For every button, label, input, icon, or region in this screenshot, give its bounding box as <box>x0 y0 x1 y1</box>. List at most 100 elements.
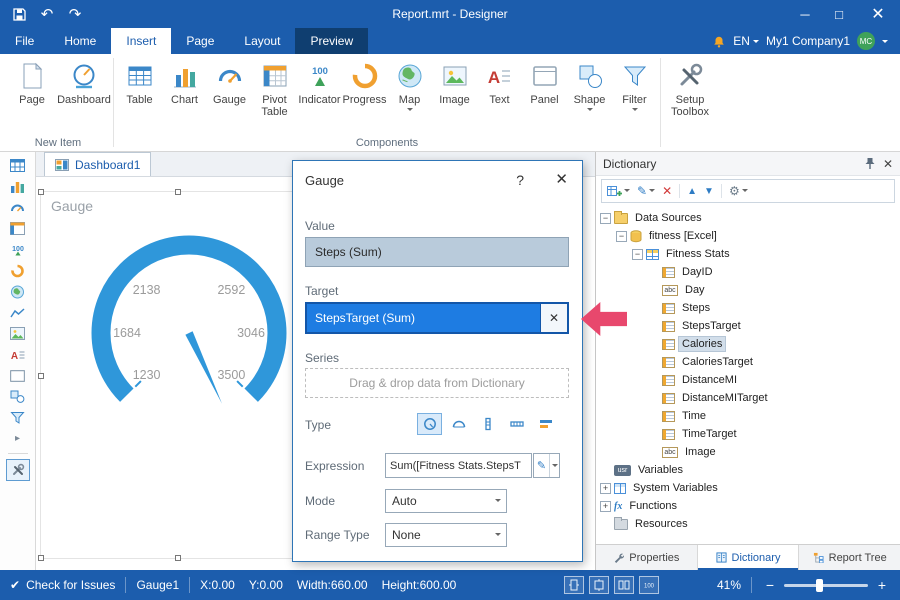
tree-item-fitness-excel[interactable]: − fitness [Excel] <box>596 227 900 245</box>
target-clear-button[interactable]: ✕ <box>540 304 567 332</box>
tree-item-distancemitarget[interactable]: DistanceMITarget <box>596 389 900 407</box>
expand-icon[interactable]: + <box>600 501 611 512</box>
expand-icon[interactable]: + <box>600 483 611 494</box>
insert-gauge-button[interactable]: Gauge <box>207 57 252 106</box>
expression-dropdown-button[interactable] <box>549 454 559 477</box>
toolbox-text-icon[interactable]: A <box>6 345 30 364</box>
tree-item-steps[interactable]: Steps <box>596 299 900 317</box>
insert-progress-button[interactable]: Progress <box>342 57 387 106</box>
view-page-height-button[interactable] <box>589 576 609 594</box>
minimize-button[interactable]: ─ <box>788 0 822 28</box>
tree-item-functions[interactable]: + fx Functions <box>596 497 900 515</box>
collapse-icon[interactable]: − <box>632 249 643 260</box>
expression-input[interactable] <box>385 453 532 478</box>
toolbox-table-icon[interactable] <box>6 156 30 175</box>
dialog-close-button[interactable]: ✕ <box>555 170 568 188</box>
insert-chart-button[interactable]: Chart <box>162 57 207 106</box>
tree-item-system-variables[interactable]: + System Variables <box>596 479 900 497</box>
tab-file[interactable]: File <box>0 28 49 54</box>
resize-handle-middle-left[interactable] <box>38 373 44 379</box>
maximize-button[interactable]: □ <box>822 0 856 28</box>
view-whole-page-button[interactable] <box>564 576 584 594</box>
resize-handle-bottom-center[interactable] <box>175 555 181 561</box>
type-linear-vertical-button[interactable] <box>475 413 500 435</box>
toolbox-indicator-icon[interactable]: 100 <box>6 240 30 259</box>
notifications-button[interactable] <box>712 34 726 49</box>
tree-item-day[interactable]: abc Day <box>596 281 900 299</box>
tab-properties[interactable]: Properties <box>596 545 698 570</box>
account-chevron-down-icon[interactable] <box>882 40 888 46</box>
collapse-icon[interactable]: − <box>600 213 611 224</box>
toolbox-chart-icon[interactable] <box>6 177 30 196</box>
tree-item-dayid[interactable]: DayID <box>596 263 900 281</box>
target-field[interactable]: StepsTarget (Sum) ✕ <box>305 302 569 334</box>
zoom-slider[interactable] <box>784 584 868 587</box>
dialog-help-button[interactable]: ? <box>516 172 524 188</box>
insert-filter-button[interactable]: Filter <box>612 57 657 114</box>
insert-indicator-button[interactable]: 100 Indicator <box>297 57 342 106</box>
tree-item-variables[interactable]: usr Variables <box>596 461 900 479</box>
avatar[interactable]: MC <box>857 32 875 50</box>
tree-item-distancemi[interactable]: DistanceMI <box>596 371 900 389</box>
toolbox-progress-icon[interactable] <box>6 261 30 280</box>
toolbox-panel-icon[interactable] <box>6 366 30 385</box>
language-selector[interactable]: EN <box>733 34 759 48</box>
gauge-widget[interactable]: Gauge 1230 1684 2138 2592 3046 3500 <box>40 191 316 559</box>
insert-panel-button[interactable]: Panel <box>522 57 567 106</box>
account-name[interactable]: My1 Company1 <box>766 34 850 48</box>
zoom-slider-thumb[interactable] <box>816 579 823 592</box>
check-for-issues-button[interactable]: ✔ Check for Issues <box>10 578 115 592</box>
toolbox-sparkline-icon[interactable] <box>6 303 30 322</box>
tree-item-timetarget[interactable]: TimeTarget <box>596 425 900 443</box>
tree-item-caloriestarget[interactable]: CaloriesTarget <box>596 353 900 371</box>
tab-report-tree[interactable]: Report Tree <box>799 545 900 570</box>
mode-select[interactable]: Auto <box>385 489 507 513</box>
setup-toolbox-button[interactable]: Setup Toolbox <box>664 57 716 118</box>
insert-dashboard-button[interactable]: Dashboard <box>58 57 110 106</box>
view-multiple-pages-button[interactable] <box>614 576 634 594</box>
tree-item-time[interactable]: Time <box>596 407 900 425</box>
tree-item-resources[interactable]: Resources <box>596 515 900 533</box>
redo-button[interactable]: ↷ <box>62 2 88 26</box>
tab-page[interactable]: Page <box>171 28 229 54</box>
type-semicircle-button[interactable] <box>446 413 471 435</box>
tree-item-fitness-stats[interactable]: − Fitness Stats <box>596 245 900 263</box>
tab-dashboard1[interactable]: Dashboard1 <box>44 152 151 176</box>
series-drop-zone[interactable]: Drag & drop data from Dictionary <box>305 368 569 398</box>
tab-home[interactable]: Home <box>49 28 111 54</box>
tree-item-stepstarget[interactable]: StepsTarget <box>596 317 900 335</box>
close-panel-button[interactable]: ✕ <box>883 157 893 171</box>
toolbox-shape-icon[interactable] <box>6 387 30 406</box>
tree-item-image[interactable]: abc Image <box>596 443 900 461</box>
type-bullet-button[interactable] <box>533 413 558 435</box>
pin-panel-button[interactable] <box>865 157 875 170</box>
type-linear-horizontal-button[interactable] <box>504 413 529 435</box>
undo-button[interactable]: ↶ <box>34 2 60 26</box>
save-button[interactable] <box>6 2 32 26</box>
zoom-out-button[interactable]: − <box>762 577 778 593</box>
toolbox-image-icon[interactable] <box>6 324 30 343</box>
toolbox-more-icon[interactable]: ▸ <box>6 429 30 448</box>
insert-shape-button[interactable]: Shape <box>567 57 612 114</box>
tab-insert[interactable]: Insert <box>111 28 171 54</box>
resize-handle-bottom-left[interactable] <box>38 555 44 561</box>
range-type-select[interactable]: None <box>385 523 507 547</box>
insert-pivot-table-button[interactable]: Pivot Table <box>252 57 297 118</box>
type-radial-button[interactable] <box>417 413 442 435</box>
new-item-button[interactable] <box>607 184 630 198</box>
toolbox-pivot-table-icon[interactable] <box>6 219 30 238</box>
delete-button[interactable]: ✕ <box>662 184 672 198</box>
tree-item-calories[interactable]: Calories <box>596 335 900 353</box>
insert-table-button[interactable]: Table <box>117 57 162 106</box>
insert-page-button[interactable]: Page <box>6 57 58 106</box>
toolbox-map-icon[interactable] <box>6 282 30 301</box>
resize-handle-top-left[interactable] <box>38 189 44 195</box>
insert-image-button[interactable]: Image <box>432 57 477 106</box>
close-window-button[interactable]: ✕ <box>856 0 900 28</box>
move-up-button[interactable]: ▲ <box>687 186 697 197</box>
settings-button[interactable]: ⚙ <box>729 184 748 198</box>
insert-map-button[interactable]: Map <box>387 57 432 114</box>
zoom-in-button[interactable]: + <box>874 577 890 593</box>
expression-edit-button[interactable]: ✎ <box>533 453 560 478</box>
zoom-100-button[interactable]: 100 <box>639 576 659 594</box>
